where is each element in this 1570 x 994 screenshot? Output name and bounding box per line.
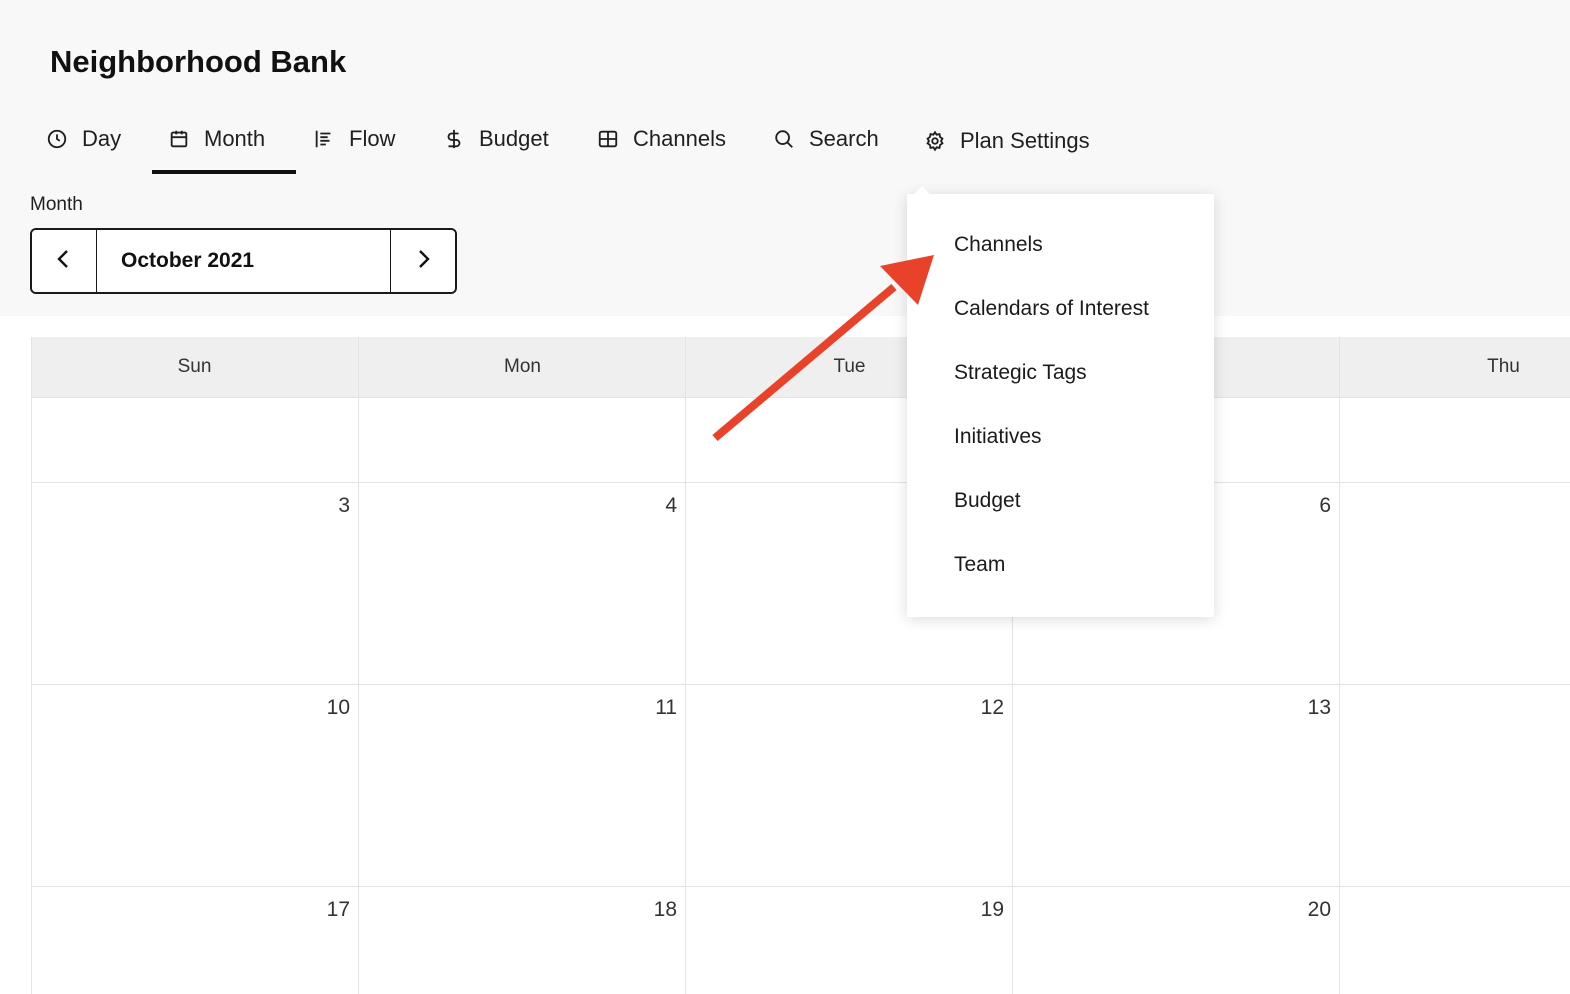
tab-search-label: Search <box>809 126 879 151</box>
chevron-right-icon <box>413 247 433 276</box>
grid-line <box>685 337 686 994</box>
current-month-value[interactable]: October 2021 <box>97 230 390 292</box>
tab-plan-settings[interactable]: Plan Settings <box>924 120 1090 162</box>
calendar-day[interactable]: 20 <box>1271 898 1331 922</box>
gear-icon <box>924 130 946 152</box>
calendar-day[interactable]: 12 <box>944 696 1004 720</box>
tab-day-label: Day <box>82 126 122 151</box>
weekday-thu: Thu <box>1487 356 1520 377</box>
month-picker: October 2021 <box>30 228 457 294</box>
tab-flow[interactable]: Flow <box>313 118 395 160</box>
menu-item-calendars-of-interest[interactable]: Calendars of Interest <box>954 297 1149 321</box>
grid-line <box>31 337 32 994</box>
calendar-day[interactable]: 19 <box>944 898 1004 922</box>
previous-month-button[interactable] <box>32 230 97 292</box>
weekday-mon: Mon <box>504 356 541 377</box>
calendar-day[interactable]: 13 <box>1271 696 1331 720</box>
tab-month[interactable]: Month <box>168 118 265 160</box>
weekday-sun: Sun <box>177 356 212 377</box>
menu-caret <box>913 186 931 195</box>
dollar-icon <box>443 128 465 150</box>
tab-budget[interactable]: Budget <box>443 118 549 160</box>
month-picker-label: Month <box>30 194 83 215</box>
chevron-left-icon <box>54 247 74 276</box>
calendar-day[interactable]: 18 <box>617 898 677 922</box>
calendar-day[interactable]: 3 <box>290 494 350 518</box>
plan-title: Neighborhood Bank <box>50 44 347 79</box>
menu-item-initiatives[interactable]: Initiatives <box>954 425 1042 449</box>
clock-icon <box>46 128 68 150</box>
calendar-day[interactable]: 6 <box>1271 494 1331 518</box>
menu-item-channels[interactable]: Channels <box>954 233 1043 257</box>
calendar-day[interactable]: 11 <box>617 696 677 720</box>
tab-budget-label: Budget <box>479 126 549 151</box>
calendar-icon <box>168 128 190 150</box>
tab-channels[interactable]: Channels <box>597 118 726 160</box>
active-tab-indicator <box>152 170 296 174</box>
menu-item-budget[interactable]: Budget <box>954 489 1021 513</box>
flow-icon <box>313 128 335 150</box>
grid-line <box>1339 337 1340 994</box>
tab-search[interactable]: Search <box>773 118 879 160</box>
calendar-day[interactable]: 17 <box>290 898 350 922</box>
menu-item-team[interactable]: Team <box>954 553 1005 577</box>
search-icon <box>773 128 795 150</box>
tab-month-label: Month <box>204 126 266 151</box>
tab-day[interactable]: Day <box>46 118 121 160</box>
tab-plan-settings-label: Plan Settings <box>960 128 1090 153</box>
tab-channels-label: Channels <box>633 126 726 151</box>
calendar-day[interactable]: 4 <box>617 494 677 518</box>
tab-flow-label: Flow <box>349 126 396 151</box>
menu-item-strategic-tags[interactable]: Strategic Tags <box>954 361 1087 385</box>
calendar-day[interactable]: 10 <box>290 696 350 720</box>
next-month-button[interactable] <box>390 230 455 292</box>
grid-line <box>358 337 359 994</box>
grid-icon <box>597 128 619 150</box>
